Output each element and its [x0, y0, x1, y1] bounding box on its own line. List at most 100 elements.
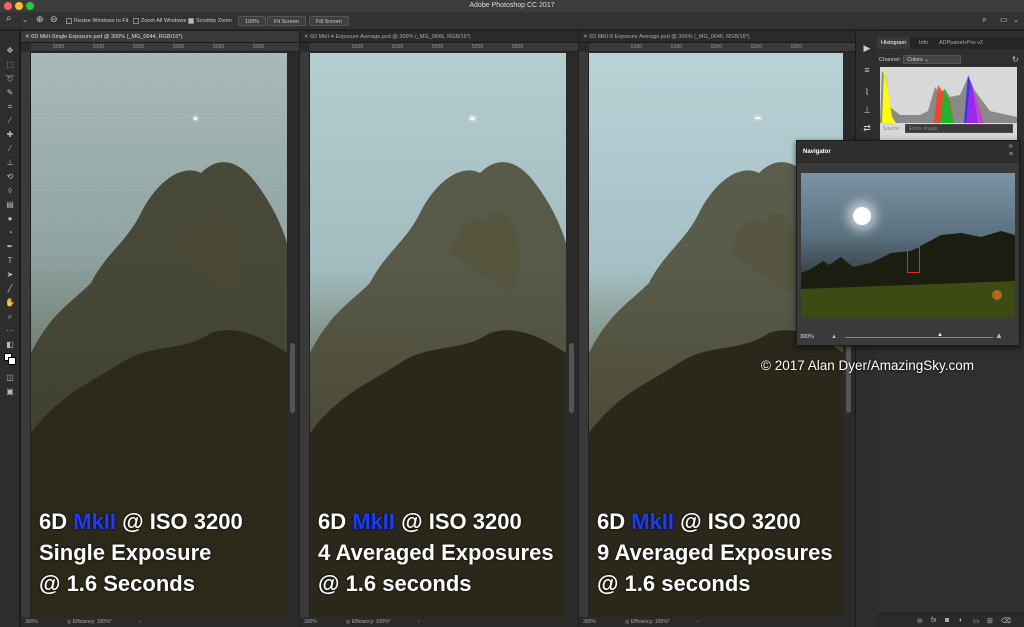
scrollbar-thumb[interactable]	[290, 343, 295, 413]
tab-histogram[interactable]: Histogram	[877, 37, 911, 49]
chevron-right-icon[interactable]: ›	[697, 617, 699, 627]
scrollbar-thumb[interactable]	[569, 343, 574, 413]
zoom-in-mountain-icon[interactable]: ▲	[995, 331, 1003, 340]
checkbox-icon	[66, 17, 72, 24]
ruler-tick: 5100	[631, 44, 643, 50]
close-icon[interactable]: »	[1009, 141, 1013, 150]
ruler-tick: 5150	[133, 44, 145, 50]
zoom-slider-knob[interactable]: ▲	[937, 332, 943, 338]
source-select[interactable]: Entire Image	[905, 124, 1013, 133]
brush-settings-icon[interactable]: ⌇	[860, 87, 874, 99]
eraser-tool-icon[interactable]: ◊	[3, 185, 17, 196]
zoom-out-icon[interactable]: ⊖	[50, 14, 58, 24]
zoom-slider[interactable]	[845, 337, 993, 338]
chevron-down-icon[interactable]: ⌄	[22, 16, 28, 26]
caption-line-3: @ 1.6 seconds	[318, 571, 472, 596]
path-select-tool-icon[interactable]: ➤	[3, 269, 17, 280]
chevron-right-icon[interactable]: ›	[139, 617, 141, 627]
gradient-tool-icon[interactable]: ▤	[3, 199, 17, 210]
chevron-down-icon[interactable]: ⌄	[1013, 16, 1019, 26]
trash-icon[interactable]: ⌫	[1001, 617, 1011, 625]
pen-tool-icon[interactable]: ✒	[3, 241, 17, 252]
status-zoom[interactable]: 300%	[304, 617, 317, 627]
caption-overlay-3: 6D MkII @ ISO 3200 9 Averaged Exposures …	[597, 506, 833, 599]
search-icon[interactable]: ⌕	[982, 14, 987, 24]
default-colors-icon[interactable]: ◧	[3, 339, 17, 350]
quick-select-tool-icon[interactable]: ✎	[3, 87, 17, 98]
workspace-icon[interactable]: ▭	[1000, 15, 1008, 25]
vertical-ruler[interactable]	[579, 52, 589, 617]
clone-stamp-tool-icon[interactable]: ⊥	[3, 157, 17, 168]
move-tool-icon[interactable]: ✥	[3, 45, 17, 56]
brush-tool-icon[interactable]: ⁄	[3, 143, 17, 154]
ruler-tick: 5100	[93, 44, 105, 50]
blur-tool-icon[interactable]: ●	[3, 213, 17, 224]
lasso-tool-icon[interactable]: ➰	[3, 73, 17, 84]
image-canvas-2[interactable]: 6D MkII @ ISO 3200 4 Averaged Exposures …	[310, 53, 566, 617]
fit-screen-button[interactable]: Fit Screen	[267, 16, 307, 26]
document-tab-2[interactable]: ✕ 6D MkII-4 Exposure Average.psd @ 300% …	[300, 31, 578, 43]
zoom-all-checkbox[interactable]: Zoom All Windows	[133, 16, 186, 26]
navigator-header[interactable]: Navigator » ≡	[797, 141, 1019, 163]
vertical-ruler[interactable]	[21, 52, 31, 617]
screen-mode-icon[interactable]: ▣	[3, 386, 17, 397]
navigator-preview[interactable]	[801, 173, 1015, 317]
healing-brush-tool-icon[interactable]: ✚	[3, 129, 17, 140]
scrubby-zoom-checkbox[interactable]: Scrubby Zoom	[188, 16, 232, 26]
vertical-scrollbar[interactable]	[287, 53, 299, 617]
clone-source-icon[interactable]: ⊥	[860, 105, 874, 117]
horizontal-ruler[interactable]: 5100 5150 5200 5250 5300	[310, 43, 578, 52]
channel-select[interactable]: Colors ⌄	[903, 55, 961, 64]
new-layer-icon[interactable]: ⊞	[987, 617, 993, 625]
zoom-out-mountain-icon[interactable]: ▲	[831, 334, 837, 340]
quick-mask-icon[interactable]: ◫	[3, 372, 17, 383]
scrollbar-thumb[interactable]	[846, 343, 851, 413]
resize-windows-checkbox[interactable]: Resize Windows to Fit	[66, 16, 128, 26]
eyedropper-tool-icon[interactable]: ⁄	[3, 115, 17, 126]
zoom-100-button[interactable]: 100%	[238, 16, 267, 26]
fx-icon[interactable]: fx	[931, 617, 936, 624]
status-zoom[interactable]: 300%	[25, 617, 38, 627]
image-canvas-1[interactable]: 6D MkII @ ISO 3200 Single Exposure @ 1.6…	[31, 53, 287, 617]
refresh-icon[interactable]: ↻	[1012, 55, 1019, 64]
ruler-tick: 5300	[512, 44, 524, 50]
more-tools-icon[interactable]: ···	[3, 325, 17, 336]
folder-icon[interactable]: ▭	[973, 617, 980, 625]
panel-menu-icon[interactable]: ≡	[1009, 151, 1013, 158]
zoom-in-icon[interactable]: ⊕	[36, 14, 44, 24]
fill-screen-button[interactable]: Fill Screen	[309, 16, 349, 26]
adjustment-layer-icon[interactable]: ◐	[959, 617, 963, 624]
zoom-tool-icon[interactable]: ⌕	[3, 311, 17, 322]
line-tool-icon[interactable]: ╱	[3, 283, 17, 294]
document-tab-3[interactable]: ✕ 6D MkII-9 Exposure Average.psd @ 300% …	[579, 31, 855, 43]
vertical-ruler[interactable]	[300, 52, 310, 617]
properties-icon[interactable]: ⇄	[860, 123, 874, 135]
ruler-tick: 5200	[432, 44, 444, 50]
status-bar: 300% ◎ Efficiency: 100%* ›	[579, 617, 855, 627]
navigator-panel: Navigator » ≡ 300% ▲ ▲ ▲	[796, 140, 1020, 346]
status-zoom[interactable]: 300%	[583, 617, 596, 627]
color-swatches-icon[interactable]	[3, 353, 17, 367]
view-rectangle[interactable]	[907, 247, 920, 273]
dodge-tool-icon[interactable]: ◔	[3, 227, 17, 238]
adjustments-icon[interactable]: ≡	[860, 65, 874, 77]
marquee-tool-icon[interactable]: ⬚	[3, 59, 17, 70]
tab-adppanel[interactable]: ADPpanel+Pro v2	[935, 37, 987, 49]
chevron-right-icon[interactable]: ›	[418, 617, 420, 627]
navigator-zoom[interactable]: 300%	[800, 334, 814, 340]
background-color-swatch[interactable]	[8, 357, 16, 365]
hand-tool-icon[interactable]: ✋	[3, 297, 17, 308]
vertical-scrollbar[interactable]	[566, 53, 578, 617]
tab-info[interactable]: Info	[915, 37, 932, 49]
play-icon[interactable]: ▶	[860, 43, 874, 55]
mask-icon[interactable]: ◙	[945, 617, 949, 624]
ruler-tick: 5300	[791, 44, 803, 50]
crop-tool-icon[interactable]: ⌗	[3, 101, 17, 112]
document-tab-1[interactable]: ✕ 6D MkII-Single Exposure.psd @ 300% (_M…	[21, 31, 299, 43]
zoom-tool-icon[interactable]: ⌕	[6, 14, 20, 24]
history-brush-tool-icon[interactable]: ⟲	[3, 171, 17, 182]
type-tool-icon[interactable]: T	[3, 255, 17, 266]
horizontal-ruler[interactable]: 5050 5100 5150 5200 5250 5300	[31, 43, 299, 52]
link-icon[interactable]: ⊖	[917, 617, 923, 625]
horizontal-ruler[interactable]: 5100 5150 5200 5250 5300	[589, 43, 855, 52]
